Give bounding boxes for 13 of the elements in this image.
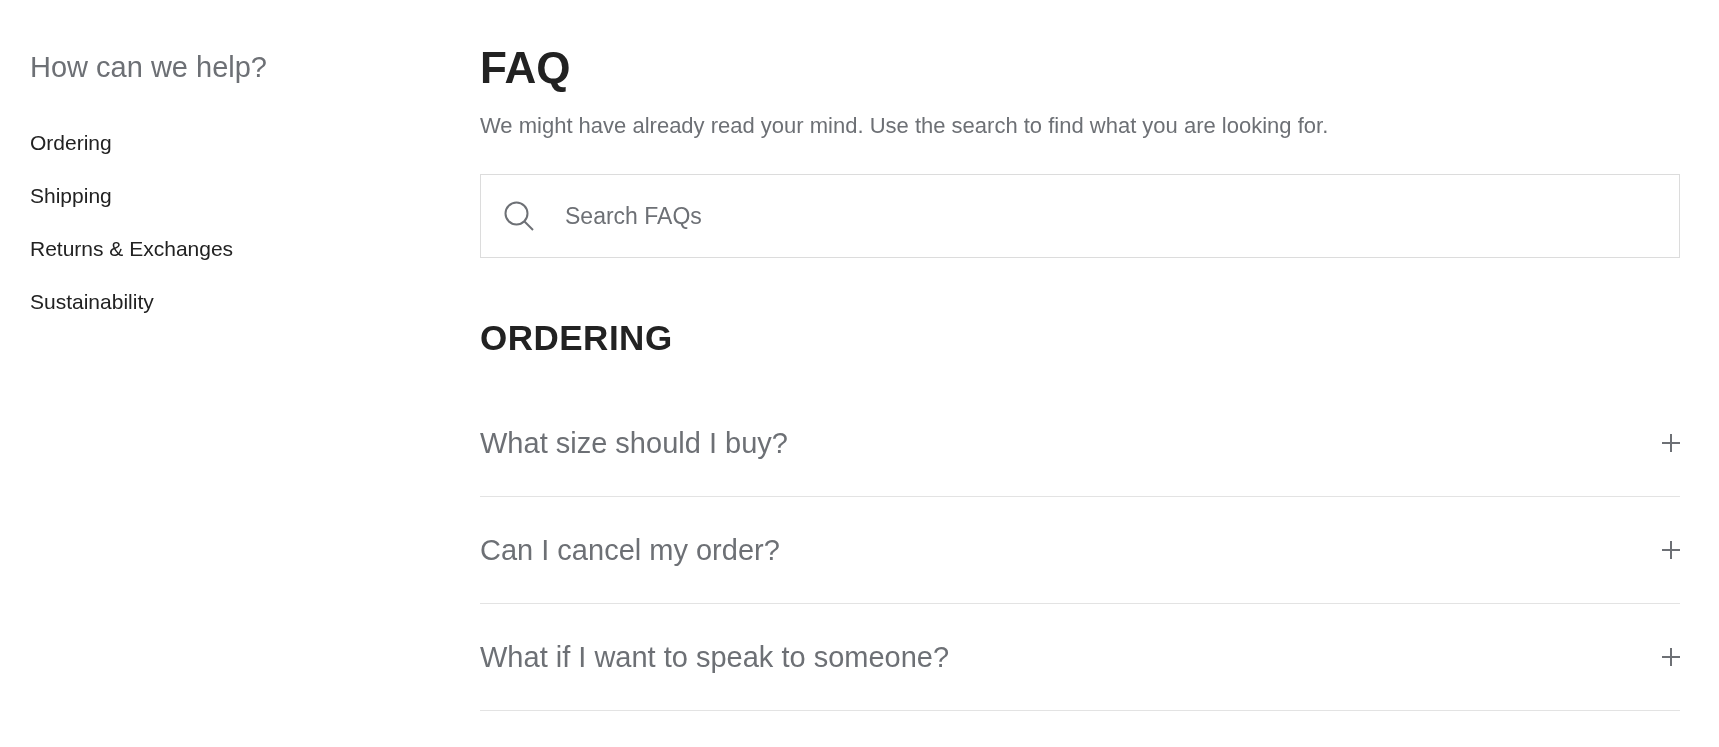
sidebar-title: How can we help? <box>30 50 267 84</box>
faq-question[interactable]: What if I want to speak to someone? <box>480 604 1680 711</box>
search-field[interactable]: Search FAQs <box>480 174 1680 258</box>
sidebar-link[interactable]: Ordering <box>30 129 112 157</box>
sidebar-link[interactable]: Returns & Exchanges <box>30 235 234 263</box>
page-title: FAQ <box>480 44 572 92</box>
faq-question[interactable]: What size should I buy? <box>480 390 1680 497</box>
section-heading: ORDERING <box>480 318 674 358</box>
page-subtitle: We might have already read your mind. Use the search to find what you are looking for. <box>480 112 1330 140</box>
sidebar-link[interactable]: Shipping <box>30 182 112 210</box>
sidebar-link[interactable]: Sustainability <box>30 288 154 316</box>
faq-question[interactable]: Can I cancel my order? <box>480 497 1680 604</box>
search-icon <box>504 201 534 231</box>
